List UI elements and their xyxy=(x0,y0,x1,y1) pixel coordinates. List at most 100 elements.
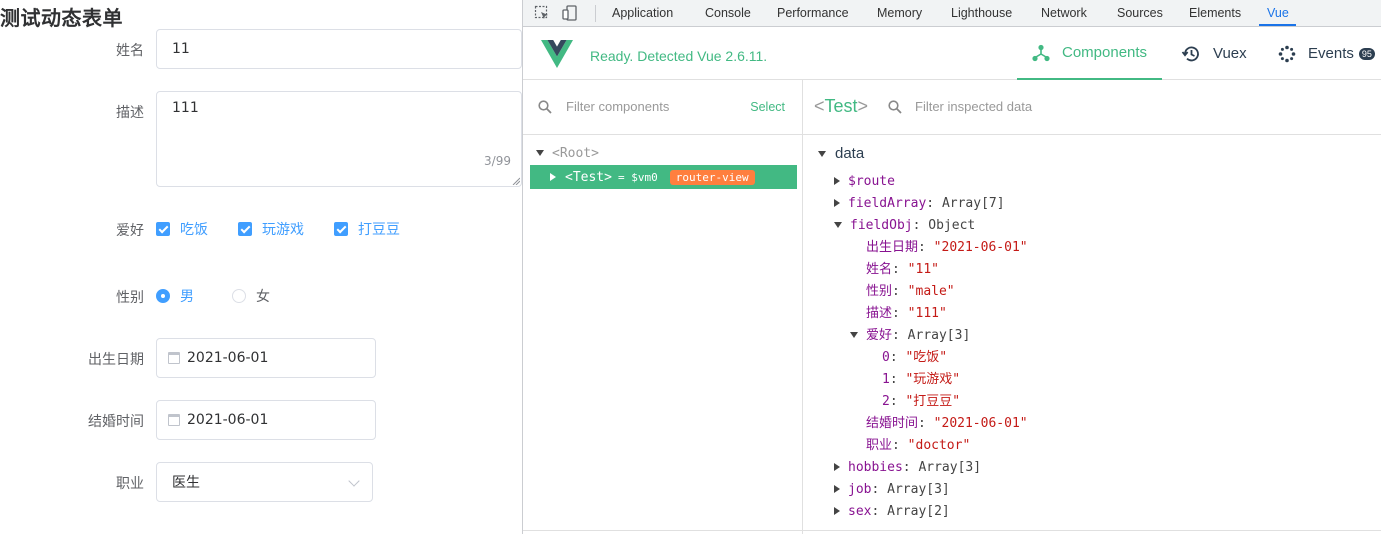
router-view-tag: router-view xyxy=(669,169,755,185)
components-icon xyxy=(1032,44,1050,61)
marry-time-label: 结婚时间 xyxy=(88,414,144,430)
data-key: sex xyxy=(848,504,872,519)
char-counter: 3/99 xyxy=(484,154,511,168)
description-label: 描述 xyxy=(116,105,144,121)
gender-radio-male[interactable]: 男 xyxy=(156,286,194,306)
form-title: 测试动态表单 xyxy=(0,6,123,30)
data-key: 出生日期 xyxy=(866,240,919,255)
data-key: hobbies xyxy=(848,460,903,475)
inspect-element-icon[interactable] xyxy=(534,5,550,21)
tab-sources[interactable]: Sources xyxy=(1117,6,1163,20)
gender-radio-female[interactable]: 女 xyxy=(232,286,270,306)
data-value: "玩游戏" xyxy=(905,372,961,387)
data-row[interactable]: $route xyxy=(834,171,895,193)
chevron-down-icon xyxy=(348,475,360,487)
marry-time-picker[interactable]: 2021-06-01 xyxy=(156,400,376,440)
expanded-arrow-icon xyxy=(850,332,858,338)
checkbox-checked-icon xyxy=(156,222,170,236)
data-value: "2021-06-01" xyxy=(933,416,1028,431)
tab-memory[interactable]: Memory xyxy=(877,6,922,20)
data-row[interactable]: job: Array[3] xyxy=(834,479,950,501)
data-key: 结婚时间 xyxy=(866,416,919,431)
search-icon xyxy=(888,100,902,114)
data-key: 1 xyxy=(882,372,890,387)
hobby-checkbox-doudou[interactable]: 打豆豆 xyxy=(334,219,400,239)
job-label: 职业 xyxy=(116,476,144,492)
component-filter-bar: Filter components Select xyxy=(523,80,802,135)
data-value: Array[7] xyxy=(941,196,1005,211)
checkbox-checked-icon xyxy=(334,222,348,236)
hobby-checkbox-eat[interactable]: 吃饭 xyxy=(156,219,208,239)
data-row: 职业: "doctor" xyxy=(866,438,971,453)
tab-vue[interactable]: Vue xyxy=(1267,6,1289,20)
radio-empty-icon xyxy=(232,289,246,303)
name-input[interactable]: 11 xyxy=(156,29,522,69)
job-value: 医生 xyxy=(172,475,200,491)
select-component-button[interactable]: Select xyxy=(750,100,785,114)
data-value: Array[2] xyxy=(887,504,950,519)
data-row[interactable]: fieldObj: Object xyxy=(834,215,975,237)
data-row: 0: "吃饭" xyxy=(882,350,948,365)
birth-date-value: 2021-06-01 xyxy=(187,350,269,366)
data-key: 性别 xyxy=(866,284,893,299)
data-key: 职业 xyxy=(866,438,893,453)
data-row: 1: "玩游戏" xyxy=(882,372,961,387)
hobby-checkbox-game[interactable]: 玩游戏 xyxy=(238,219,304,239)
collapsed-arrow-icon xyxy=(834,177,840,185)
vue-detected-status: Ready. Detected Vue 2.6.11. xyxy=(590,48,768,64)
description-textarea[interactable]: 111 3/99 xyxy=(156,91,522,187)
collapsed-arrow-icon xyxy=(834,199,840,207)
description-value: 111 xyxy=(172,100,199,116)
tab-application[interactable]: Application xyxy=(612,6,673,20)
inspected-component-name: <Test> xyxy=(814,96,869,116)
tab-performance[interactable]: Performance xyxy=(777,6,849,20)
tab-vuex[interactable]: Vuex xyxy=(1181,27,1247,80)
tab-events[interactable]: Events 95 xyxy=(1278,27,1375,80)
birth-date-picker[interactable]: 2021-06-01 xyxy=(156,338,376,378)
resize-handle-icon[interactable] xyxy=(512,177,520,185)
history-icon xyxy=(1181,46,1199,61)
data-key: 0 xyxy=(882,350,890,365)
vue-logo-icon xyxy=(541,40,573,68)
name-value: 11 xyxy=(172,41,190,57)
job-select[interactable]: 医生 xyxy=(156,462,373,502)
inspector-filter-input[interactable]: Filter inspected data xyxy=(915,99,1032,114)
data-key: fieldArray xyxy=(848,196,927,211)
bottom-divider xyxy=(523,530,1381,531)
collapsed-arrow-icon xyxy=(834,507,840,515)
data-value: "吃饭" xyxy=(905,350,948,365)
birth-date-label: 出生日期 xyxy=(88,352,144,368)
data-row[interactable]: hobbies: Array[3] xyxy=(834,457,981,479)
dynamic-form: 测试动态表单 姓名 11 描述 111 3/99 爱好 吃饭 玩游戏 打豆豆 性… xyxy=(0,0,522,534)
vue-devtools-header: Ready. Detected Vue 2.6.11. Components V… xyxy=(523,27,1381,80)
data-section-header[interactable]: data xyxy=(818,145,864,162)
data-key: $route xyxy=(848,174,895,189)
data-row[interactable]: 爱好: Array[3] xyxy=(850,325,970,347)
collapsed-arrow-icon xyxy=(550,173,556,181)
expanded-arrow-icon xyxy=(834,222,842,228)
events-count-badge: 95 xyxy=(1358,47,1375,60)
data-value: "111" xyxy=(907,306,947,321)
tab-lighthouse[interactable]: Lighthouse xyxy=(951,6,1012,20)
tab-network[interactable]: Network xyxy=(1041,6,1087,20)
data-key: 姓名 xyxy=(866,262,893,277)
devtools-tab-bar: Application Console Performance Memory L… xyxy=(523,0,1381,27)
data-row: 描述: "111" xyxy=(866,306,947,321)
tab-elements[interactable]: Elements xyxy=(1189,6,1241,20)
data-value: "11" xyxy=(907,262,939,277)
data-row[interactable]: fieldArray: Array[7] xyxy=(834,193,1005,215)
tree-node-root[interactable]: <Root> xyxy=(536,146,599,161)
data-value: Object xyxy=(928,218,976,233)
tab-components[interactable]: Components xyxy=(1017,27,1163,80)
component-filter-input[interactable]: Filter components xyxy=(566,99,669,114)
device-toolbar-icon[interactable] xyxy=(562,5,578,21)
tree-node-test-selected[interactable]: <Test> = $vm0 router-view xyxy=(530,165,797,189)
marry-time-value: 2021-06-01 xyxy=(187,412,269,428)
data-row[interactable]: sex: Array[2] xyxy=(834,501,950,523)
data-row: 结婚时间: "2021-06-01" xyxy=(866,416,1028,431)
data-value: Array[3] xyxy=(907,328,971,343)
hobbies-label: 爱好 xyxy=(116,223,144,239)
data-row: 2: "打豆豆" xyxy=(882,394,961,409)
search-icon xyxy=(538,100,552,114)
tab-console[interactable]: Console xyxy=(705,6,751,20)
